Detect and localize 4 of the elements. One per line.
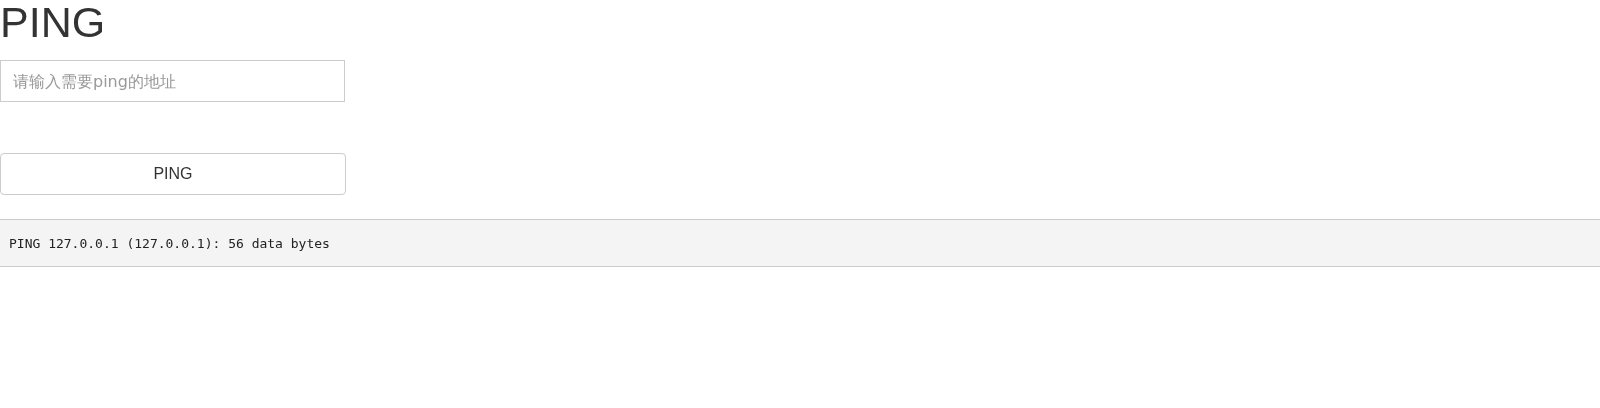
address-input-field[interactable]: 请输入需要ping的地址 xyxy=(0,60,345,102)
ping-button[interactable]: PING xyxy=(0,153,346,195)
output-text: PING 127.0.0.1 (127.0.0.1): 56 data bytes xyxy=(9,235,330,251)
page-title: PING xyxy=(0,0,107,44)
